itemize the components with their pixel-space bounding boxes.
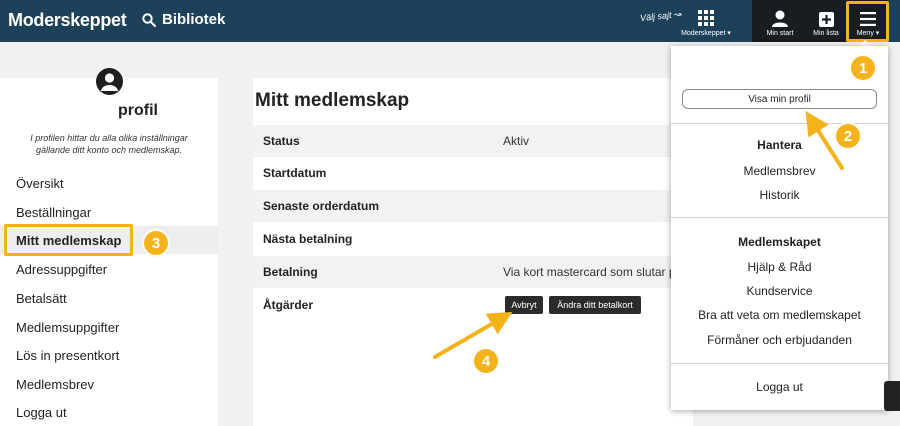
- callout-1: 1: [849, 54, 877, 82]
- callout-2: 2: [834, 122, 862, 150]
- callout-3: 3: [142, 229, 170, 257]
- callout-4: 4: [472, 347, 500, 375]
- annotation-arrows: [433, 110, 844, 359]
